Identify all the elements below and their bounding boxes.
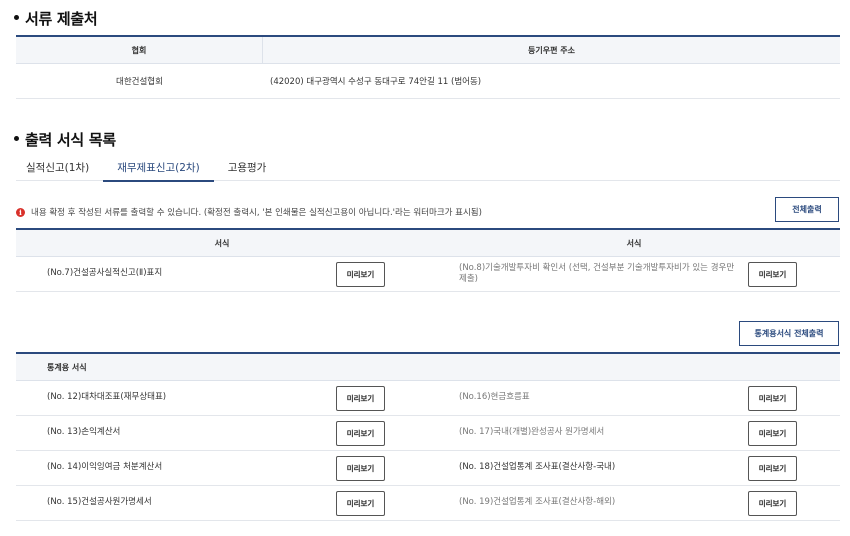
form-cell: (No.16)현금흐름표 미리보기 <box>428 381 840 415</box>
submit-section-title: 서류 제출처 <box>14 8 98 29</box>
preview-button[interactable]: 미리보기 <box>336 421 385 446</box>
header-address: 등기우편 주소 <box>528 45 575 55</box>
submit-table-header: 협회 등기우편 주소 <box>16 37 840 64</box>
form-cell: (No. 17)국내(개별)완성공사 원가명세서 미리보기 <box>428 416 840 450</box>
form-cell: (No. 14)이익잉여금 처분계산서 미리보기 <box>16 451 428 485</box>
forms-section-title: 출력 서식 목록 <box>14 129 116 150</box>
form-label: (No. 19)건설업통계 조사표(결산사항-해외) <box>459 497 616 508</box>
form-cell: (No. 13)손익계산서 미리보기 <box>16 416 428 450</box>
form-label: (No. 18)건설업통계 조사표(결산사항-국내) <box>459 462 616 473</box>
bullet-icon <box>14 136 19 141</box>
preview-button[interactable]: 미리보기 <box>748 456 797 481</box>
form-label: (No.16)현금흐름표 <box>459 392 530 403</box>
form-cell: (No. 15)건설공사원가명세서 미리보기 <box>16 486 428 520</box>
info-icon: i <box>16 207 25 217</box>
preview-button[interactable]: 미리보기 <box>336 456 385 481</box>
preview-button[interactable]: 미리보기 <box>748 421 797 446</box>
tab-employment-evaluation[interactable]: 고용평가 <box>214 154 281 181</box>
preview-button[interactable]: 미리보기 <box>336 262 385 287</box>
forms-table: 서식 서식 (No.7)건설공사실적신고(Ⅱ)표지 미리보기 (No.8)기술개… <box>16 228 840 292</box>
form-label: (No. 14)이익잉여금 처분계산서 <box>47 462 163 473</box>
stats-table-header: 통계용 서식 <box>16 354 840 381</box>
form-label: (No. 15)건설공사원가명세서 <box>47 497 152 508</box>
form-label: (No.7)건설공사실적신고(Ⅱ)표지 <box>47 268 163 279</box>
form-cell: (No.8)기술개발투자비 확인서 (선택, 건설부분 기술개발투자비가 있는 … <box>428 257 840 291</box>
form-label: (No.8)기술개발투자비 확인서 (선택, 건설부분 기술개발투자비가 있는 … <box>459 262 735 284</box>
tab-performance-report[interactable]: 실적신고(1차) <box>16 154 103 181</box>
form-tabs: 실적신고(1차) 재무제표신고(2차) 고용평가 <box>16 154 840 182</box>
form-cell: (No. 12)대차대조표(재무상태표) 미리보기 <box>16 381 428 415</box>
notice-text: 내용 확정 후 작성된 서류를 출력할 수 있습니다. (확정전 출력시, '본… <box>31 208 482 218</box>
form-label: (No. 17)국내(개별)완성공사 원가명세서 <box>459 427 605 438</box>
table-row: (No. 14)이익잉여금 처분계산서 미리보기 (No. 18)건설업통계 조… <box>16 451 840 486</box>
preview-button[interactable]: 미리보기 <box>336 491 385 516</box>
tab-financial-report[interactable]: 재무제표신고(2차) <box>103 154 214 182</box>
preview-button[interactable]: 미리보기 <box>748 386 797 411</box>
org-address: (42020) 대구광역시 수성구 동대구로 74안길 11 (범어동) <box>270 77 482 87</box>
header-org: 협회 <box>16 37 263 63</box>
header-form-left: 서식 <box>214 238 230 248</box>
header-form-right: 서식 <box>626 238 642 248</box>
preview-button[interactable]: 미리보기 <box>336 386 385 411</box>
header-stats-forms: 통계용 서식 <box>47 362 87 372</box>
notice-message: i 내용 확정 후 작성된 서류를 출력할 수 있습니다. (확정전 출력시, … <box>16 206 482 218</box>
stats-print-all-button[interactable]: 통계용서식 전체출력 <box>739 321 839 346</box>
form-label: (No. 13)손익계산서 <box>47 427 121 438</box>
preview-button[interactable]: 미리보기 <box>748 262 797 287</box>
submit-table: 협회 등기우편 주소 대한건설협회 (42020) 대구광역시 수성구 동대구로… <box>16 35 840 99</box>
table-row: (No. 15)건설공사원가명세서 미리보기 (No. 19)건설업통계 조사표… <box>16 486 840 521</box>
bullet-icon <box>14 15 19 20</box>
form-label: (No. 12)대차대조표(재무상태표) <box>47 392 167 403</box>
stats-forms-table: 통계용 서식 (No. 12)대차대조표(재무상태표) 미리보기 (No.16)… <box>16 352 840 521</box>
table-row: (No. 13)손익계산서 미리보기 (No. 17)국내(개별)완성공사 원가… <box>16 416 840 451</box>
preview-button[interactable]: 미리보기 <box>748 491 797 516</box>
form-cell: (No.7)건설공사실적신고(Ⅱ)표지 미리보기 <box>16 257 428 291</box>
print-all-button[interactable]: 전체출력 <box>775 197 839 222</box>
org-name: 대한건설협회 <box>116 77 163 87</box>
form-cell: (No. 19)건설업통계 조사표(결산사항-해외) 미리보기 <box>428 486 840 520</box>
forms-table-header: 서식 서식 <box>16 230 840 257</box>
table-row: (No.7)건설공사실적신고(Ⅱ)표지 미리보기 (No.8)기술개발투자비 확… <box>16 257 840 292</box>
table-row: 대한건설협회 (42020) 대구광역시 수성구 동대구로 74안길 11 (범… <box>16 64 840 99</box>
form-cell: (No. 18)건설업통계 조사표(결산사항-국내) 미리보기 <box>428 451 840 485</box>
table-row: (No. 12)대차대조표(재무상태표) 미리보기 (No.16)현금흐름표 미… <box>16 381 840 416</box>
